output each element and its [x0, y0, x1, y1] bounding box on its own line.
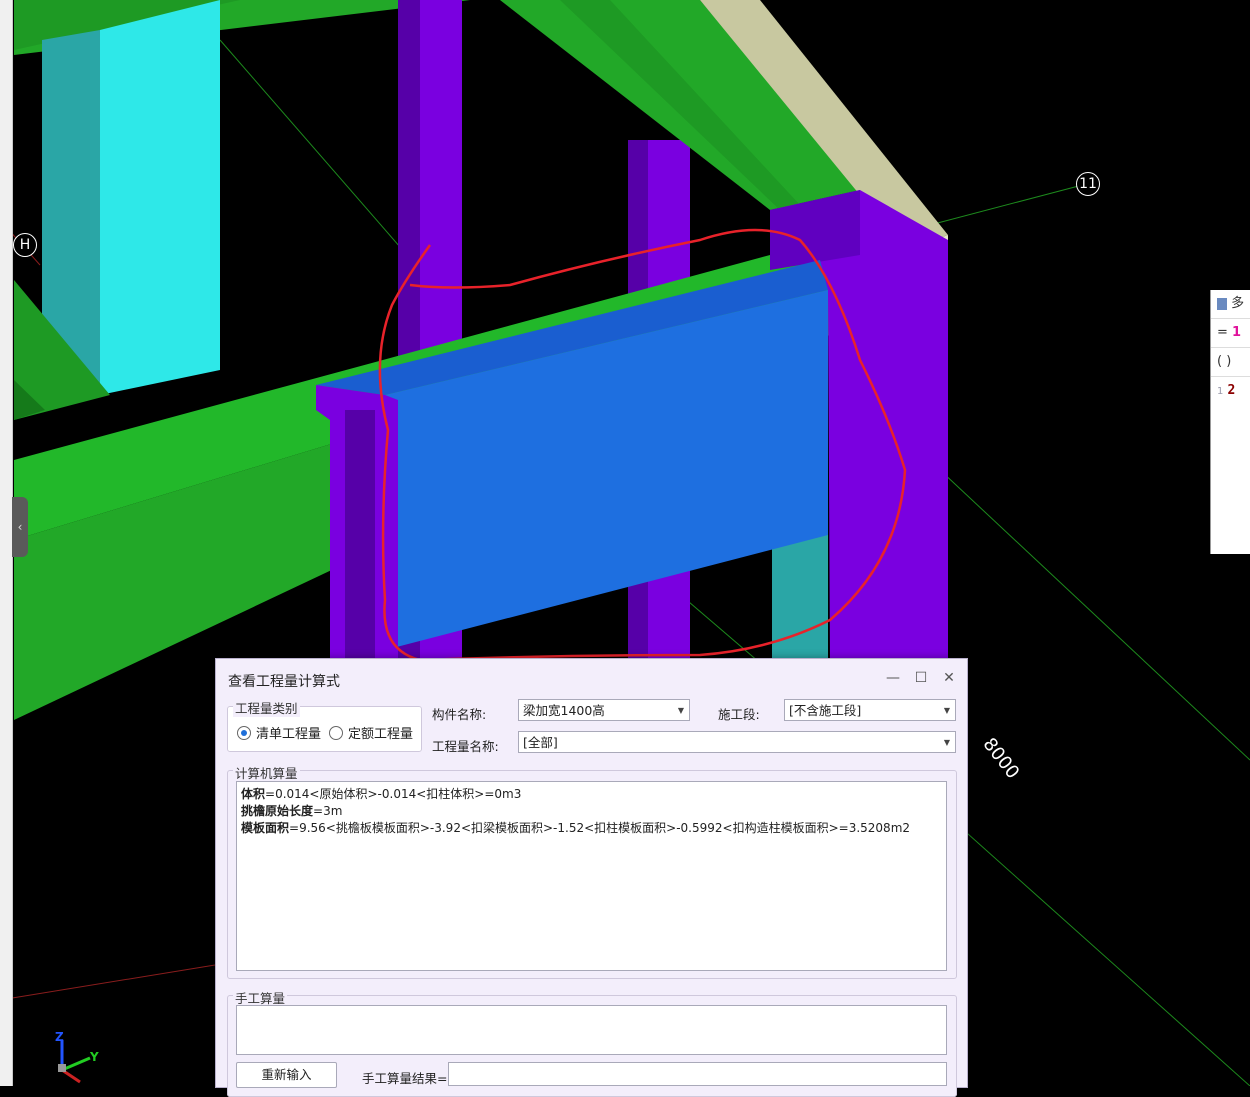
category-group-label: 工程量类别	[233, 698, 300, 717]
construction-stage-select[interactable]: [不含施工段] ▼	[784, 699, 956, 721]
quantity-name-label: 工程量名称:	[432, 739, 499, 754]
quantity-formula-dialog: 查看工程量计算式 — ☐ ✕ 工程量类别 清单工程量 定额工程量 构件名称: 梁…	[215, 658, 968, 1097]
computer-calc-label: 计算机算量	[233, 763, 300, 782]
calc-line-formwork: 模板面积=9.56<挑檐板模板面积>-3.92<扣梁模板面积>-1.52<扣柱模…	[241, 821, 911, 835]
computer-calc-textarea[interactable]: 体积=0.014<原始体积>-0.014<扣柱体积>=0m3 挑檐原始长度=3m…	[236, 781, 947, 971]
side-panel-code-row[interactable]: 1 2	[1211, 377, 1250, 405]
component-name-label: 构件名称:	[432, 707, 487, 722]
dropdown-arrow-icon: ▼	[943, 706, 950, 715]
axis-marker-11: 11	[1076, 172, 1100, 196]
chevron-left-icon: ‹	[17, 520, 23, 534]
radio-unselected-icon	[329, 725, 343, 740]
gizmo-y-label: Y	[90, 1050, 99, 1064]
dropdown-arrow-icon: ▼	[677, 706, 684, 715]
radio-quota-quantity[interactable]: 定额工程量	[329, 723, 413, 742]
minimize-icon[interactable]: —	[884, 669, 902, 687]
radio-selected-icon	[237, 725, 251, 740]
dialog-title: 查看工程量计算式	[228, 674, 340, 690]
calculator-icon	[1217, 297, 1227, 310]
manual-calc-input[interactable]	[236, 1005, 947, 1055]
calc-line-volume: 体积=0.014<原始体积>-0.014<扣柱体积>=0m3	[241, 787, 522, 801]
collapse-panel-button[interactable]: ‹	[12, 497, 28, 557]
component-name-select[interactable]: 梁加宽1400高 ▼	[518, 699, 690, 721]
close-icon[interactable]: ✕	[940, 669, 958, 687]
quantity-name-select[interactable]: [全部] ▼	[518, 731, 956, 753]
formula-side-panel: 多 = 1 ( ) 1 2	[1210, 290, 1250, 554]
dropdown-arrow-icon: ▼	[943, 738, 950, 747]
side-panel-title: 多	[1211, 290, 1250, 319]
axis-marker-h: H	[13, 233, 37, 257]
construction-stage-label: 施工段:	[718, 707, 760, 722]
reenter-button[interactable]: 重新输入	[236, 1062, 337, 1088]
side-panel-paren-row[interactable]: ( )	[1211, 348, 1250, 377]
calc-line-length: 挑檐原始长度=3m	[241, 804, 343, 818]
maximize-icon[interactable]: ☐	[912, 669, 930, 687]
manual-result-label: 手工算量结果=	[362, 1071, 448, 1086]
cyan-column	[100, 0, 220, 395]
gizmo-z-label: Z	[55, 1030, 64, 1044]
radio-bill-quantity[interactable]: 清单工程量	[237, 723, 321, 742]
manual-result-input[interactable]	[448, 1062, 947, 1086]
side-panel-eq-row[interactable]: = 1	[1211, 319, 1250, 348]
